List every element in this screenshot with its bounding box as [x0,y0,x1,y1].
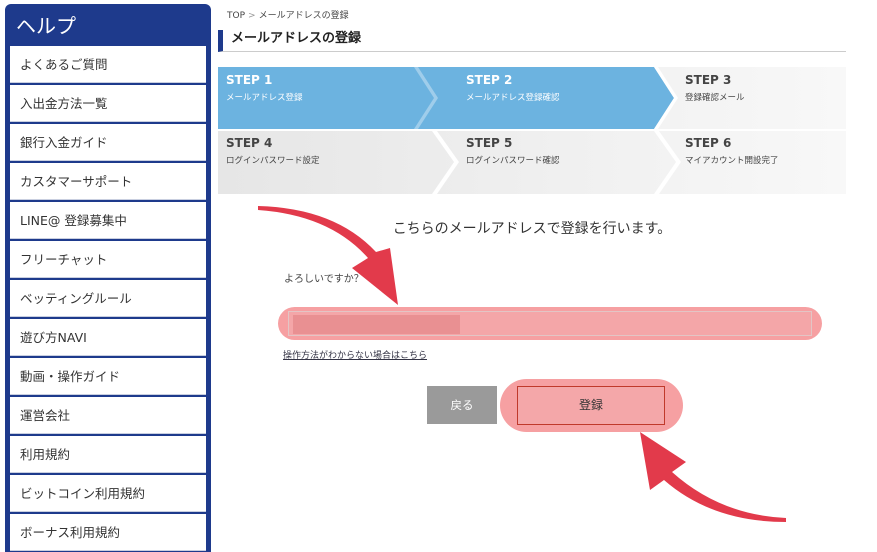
sidebar-item-betting-rules[interactable]: ベッティングルール [10,280,206,317]
step-6-label: マイアカウント開設完了 [685,156,779,166]
breadcrumb-separator: > [248,11,256,21]
step-2: STEP 2 メールアドレス登録確認 [466,73,560,103]
sidebar-item-line[interactable]: LINE@ 登録募集中 [10,202,206,239]
step-6-number: STEP 6 [685,136,732,150]
arrow-up-icon [640,432,786,522]
sidebar-item-bank-guide[interactable]: 銀行入金ガイド [10,124,206,161]
confirm-question: よろしいですか？ [284,274,364,285]
sidebar-item-customer-support[interactable]: カスタマーサポート [10,163,206,200]
sidebar-item-terms[interactable]: 利用規約 [10,436,206,473]
step-4-label: ログインパスワード設定 [226,156,320,166]
sidebar-item-deposit-methods[interactable]: 入出金方法一覧 [10,85,206,122]
step-4-number: STEP 4 [226,136,273,150]
sidebar-item-bonus-terms[interactable]: ボーナス利用規約 [10,514,206,551]
email-address-redacted [293,315,460,334]
breadcrumb-home[interactable]: TOP [227,11,245,21]
step-2-label: メールアドレス登録確認 [466,93,560,103]
email-highlight [278,307,822,340]
sidebar-item-bitcoin-terms[interactable]: ビットコイン利用規約 [10,475,206,512]
step-progress: STEP 1 メールアドレス登録 STEP 2 メールアドレス登録確認 STEP… [218,67,846,194]
step-5-number: STEP 5 [466,136,513,150]
help-link[interactable]: 操作方法がわからない場合はこちら [283,348,427,361]
sidebar-item-faq[interactable]: よくあるご質問 [10,46,206,83]
page-title: メールアドレスの登録 [218,30,846,52]
step-3-label: 登録確認メール [685,93,745,103]
step-4: STEP 4 ログインパスワード設定 [226,136,320,166]
confirmation-message: こちらのメールアドレスで登録を行います。 [392,221,672,237]
sidebar-item-company[interactable]: 運営会社 [10,397,206,434]
step-1-label: メールアドレス登録 [226,93,303,103]
sidebar-item-free-chat[interactable]: フリーチャット [10,241,206,278]
sidebar-item-video-guide[interactable]: 動画・操作ガイド [10,358,206,395]
breadcrumb: TOP > メールアドレスの登録 [227,8,349,21]
register-button[interactable]: 登録 [517,386,665,425]
back-button[interactable]: 戻る [427,386,497,424]
step-1: STEP 1 メールアドレス登録 [226,73,303,103]
step-6: STEP 6 マイアカウント開設完了 [685,136,779,166]
step-3: STEP 3 登録確認メール [685,73,745,103]
step-1-number: STEP 1 [226,73,273,87]
step-5-label: ログインパスワード確認 [466,156,560,166]
breadcrumb-current: メールアドレスの登録 [258,11,349,21]
step-5: STEP 5 ログインパスワード確認 [466,136,560,166]
help-sidebar: ヘルプ よくあるご質問 入出金方法一覧 銀行入金ガイド カスタマーサポート LI… [5,4,211,552]
sidebar-title: ヘルプ [16,14,76,38]
step-3-number: STEP 3 [685,73,732,87]
step-2-number: STEP 2 [466,73,513,87]
sidebar-item-how-to-play[interactable]: 遊び方NAVI [10,319,206,356]
email-address-field [288,311,812,336]
